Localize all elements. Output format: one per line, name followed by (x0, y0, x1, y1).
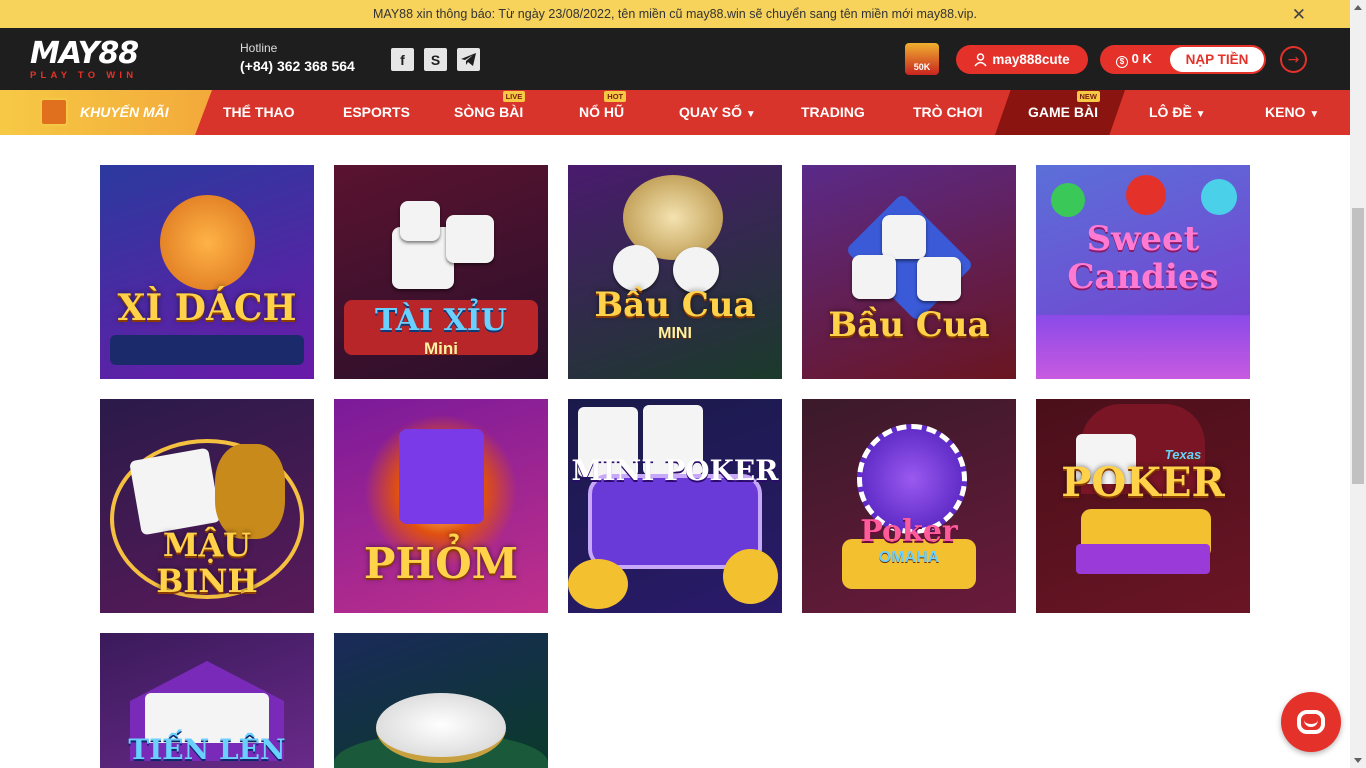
chips-graphic (399, 429, 484, 524)
game-title: TIẾN LÊN (128, 733, 286, 766)
candy-graphic (1126, 175, 1166, 215)
game-tile-bau-cua[interactable]: Bầu Cua (802, 165, 1016, 379)
logout-icon[interactable]: → (1280, 46, 1307, 73)
game-tile-mini-poker[interactable]: MINI POKER (568, 399, 782, 613)
nav-item-lo-de[interactable]: LÔ ĐỀ ▼ (1149, 104, 1206, 120)
game-title: Bầu Cua (594, 285, 756, 325)
cards-graphic (129, 447, 221, 536)
coin-icon: $ (1116, 56, 1128, 68)
scroll-up-icon[interactable] (1354, 5, 1362, 10)
site-logo[interactable]: MAY88 PLAY TO WIN (30, 36, 180, 82)
page-scrollbar[interactable] (1350, 0, 1366, 768)
announcement-bar: MAY88 xin thông báo: Từ ngày 23/08/2022,… (0, 0, 1350, 28)
dice-graphic (882, 215, 926, 259)
nav-item-tro-choi[interactable]: TRÒ CHƠI (913, 104, 983, 120)
game-tile-texas-poker[interactable]: Texas POKER (1036, 399, 1250, 613)
game-title: MINI POKER (571, 454, 779, 487)
game-tile-tien-len[interactable]: TIẾN LÊN (100, 633, 314, 768)
table-graphic (110, 335, 304, 365)
nav-item-song-bai[interactable]: SÒNG BÀI LIVE (454, 91, 526, 120)
chevron-down-icon: ▼ (1309, 109, 1320, 120)
wallet: $ 0 K NẠP TIỀN (1100, 45, 1266, 74)
site-header: MAY88 PLAY TO WIN Hotline (+84) 362 368 … (0, 28, 1350, 90)
nav-item-the-thao[interactable]: THỂ THAO (223, 104, 295, 120)
hotline-label: Hotline (240, 41, 278, 55)
scrollbar-thumb[interactable] (1352, 208, 1364, 484)
nav-item-keno[interactable]: KENO ▼ (1265, 104, 1319, 120)
game-tile-bau-cua-mini[interactable]: Bầu Cua MINI (568, 165, 782, 379)
game-title: TÀI XỈU (375, 303, 507, 338)
game-title: POKER (1061, 459, 1225, 506)
game-tile-xoc-dia[interactable] (334, 633, 548, 768)
nav-item-game-bai[interactable]: GAME BÀI NEW (1028, 91, 1100, 120)
game-tile-sweet-candies[interactable]: Sweet Candies (1036, 165, 1250, 379)
promo-50k-icon[interactable]: 50K (905, 43, 939, 75)
game-title: Poker (860, 514, 958, 549)
scroll-down-icon[interactable] (1354, 758, 1362, 763)
user-icon (974, 52, 987, 66)
game-tile-phom[interactable]: PHỎM (334, 399, 548, 613)
telegram-icon[interactable] (457, 48, 480, 71)
live-badge: LIVE (502, 91, 526, 102)
dragon-graphic (215, 444, 285, 539)
game-tile-tai-xiu[interactable]: TÀI XỈU Mini (334, 165, 548, 379)
username: may888cute (992, 52, 1070, 67)
candy-graphic (1051, 183, 1085, 217)
gift-icon (40, 98, 68, 126)
game-subtitle: OMAHA (878, 549, 940, 566)
chevron-down-icon: ▼ (745, 109, 756, 120)
chevron-down-icon: ▼ (1195, 109, 1206, 120)
game-title: Sweet Candies (1067, 219, 1219, 297)
game-title: PHỎM (363, 539, 519, 588)
coins-graphic (723, 549, 778, 604)
chat-icon (1297, 710, 1325, 734)
account-button[interactable]: may888cute (956, 45, 1088, 74)
close-icon[interactable]: ✕ (1292, 5, 1306, 25)
nav-promotions-label: KHUYẾN MÃI (80, 104, 169, 120)
hotline: Hotline (+84) 362 368 564 (240, 41, 355, 74)
main-nav: KHUYẾN MÃI THỂ THAO ESPORTS SÒNG BÀI LIVE… (0, 90, 1350, 135)
banner-graphic (1076, 544, 1210, 574)
deposit-button[interactable]: NẠP TIỀN (1170, 47, 1264, 72)
game-subtitle: MINI (658, 325, 692, 342)
dice-graphic (917, 257, 961, 301)
game-title: XÌ DÁCH (117, 287, 297, 329)
game-title: Bầu Cua (828, 305, 990, 345)
balance-value: 0 K (1131, 51, 1152, 66)
new-badge: NEW (1076, 91, 1100, 102)
dice-graphic (446, 215, 494, 263)
candy-graphic (1201, 179, 1237, 215)
nav-promotions[interactable]: KHUYẾN MÃI (0, 90, 212, 135)
skype-icon[interactable]: S (424, 48, 447, 71)
logo-wordmark: MAY88 (30, 36, 139, 71)
game-subtitle: Mini (424, 339, 458, 358)
game-title: MẬU BINH (156, 526, 258, 600)
game-tile-xi-dach[interactable]: XÌ DÁCH (100, 165, 314, 379)
hotline-number[interactable]: (+84) 362 368 564 (240, 58, 355, 74)
bowl-graphic (376, 693, 506, 763)
dice-graphic (400, 201, 440, 241)
nav-item-no-hu[interactable]: NỔ HŨ HOT (579, 91, 627, 120)
mascot-graphic (160, 195, 255, 290)
dice-graphic (852, 255, 896, 299)
nav-item-esports[interactable]: ESPORTS (343, 104, 410, 120)
nav-item-trading[interactable]: TRADING (801, 104, 865, 120)
balance: $ 0 K (1100, 51, 1170, 68)
chat-button[interactable] (1281, 692, 1341, 752)
game-tile-mau-binh[interactable]: MẬU BINH (100, 399, 314, 613)
nav-item-quay-so[interactable]: QUAY SỐ ▼ (679, 104, 756, 120)
board-graphic (1036, 315, 1250, 379)
announcement-text: MAY88 xin thông báo: Từ ngày 23/08/2022,… (373, 7, 977, 21)
facebook-icon[interactable]: f (391, 48, 414, 71)
game-tile-poker-omaha[interactable]: Poker OMAHA (802, 399, 1016, 613)
hot-badge: HOT (604, 91, 627, 102)
coins-graphic (568, 559, 628, 609)
logo-tagline: PLAY TO WIN (30, 70, 138, 81)
